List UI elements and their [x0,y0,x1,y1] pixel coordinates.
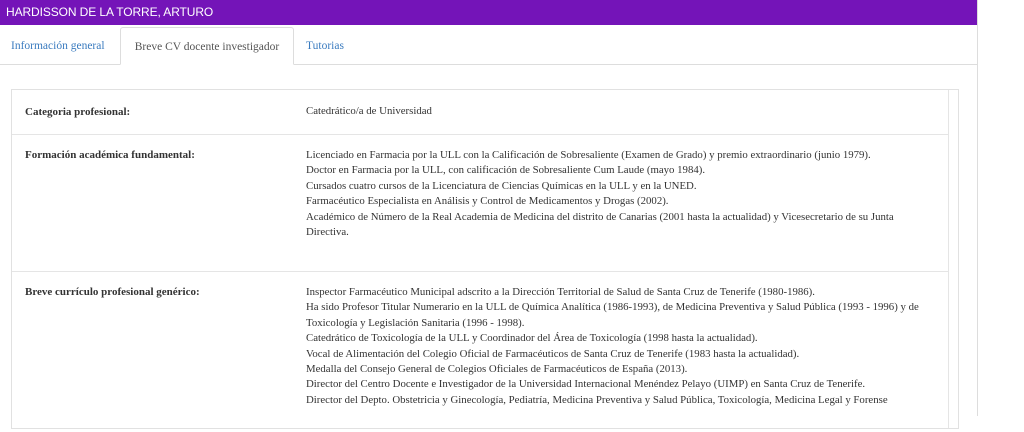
value-line: Catedrático/a de Universidad [306,105,432,117]
value-line: Inspector Farmacéutico Municipal adscrit… [306,286,815,298]
table-row: Breve currículo profesional genérico: In… [12,272,948,432]
value-line: Académico de Número de la Real Academia … [306,210,894,239]
value-line: Director del Depto. Obstetricia y Gineco… [306,393,888,406]
row-label: Breve currículo profesional genérico: [25,286,200,298]
value-line: Licenciado en Farmacia por la ULL con la… [306,149,871,161]
row-label: Categoria profesional: [25,106,131,118]
tab-tutorias[interactable]: Tutorias [306,27,356,65]
row-value: Inspector Farmacéutico Municipal adscrit… [306,285,938,408]
page-header: HARDISSON DE LA TORRE, ARTURO [0,0,977,25]
table-column-divider [948,90,949,428]
person-name: HARDISSON DE LA TORRE, ARTURO [6,5,214,19]
row-value: Catedrático/a de Universidad [306,104,938,119]
value-line: Doctor en Farmacia por la ULL, con calif… [306,164,706,177]
page: HARDISSON DE LA TORRE, ARTURO Informació… [0,0,978,429]
row-label: Formación académica fundamental: [25,149,195,161]
row-value: Licenciado en Farmacia por la ULL con la… [306,148,938,240]
tab-informacion-general[interactable]: Información general [11,27,111,65]
value-line: Ha sido Profesor Titular Numerario en la… [306,301,919,329]
value-line: Director del Centro Docente e Investigad… [306,378,866,391]
cv-table: Categoria profesional: Catedrático/a de … [11,89,959,429]
table-row: Categoria profesional: Catedrático/a de … [12,90,948,134]
tab-breve-cv[interactable]: Breve CV docente investigador [120,27,294,65]
table-row: Formación académica fundamental: Licenci… [12,135,948,271]
value-line: Medalla del Consejo General de Colegios … [306,363,688,376]
value-line: Vocal de Alimentación del Colegio Oficia… [306,347,800,360]
value-line: Cursados cuatro cursos de la Licenciatur… [306,179,697,192]
tab-bar: Información general Breve CV docente inv… [0,25,977,65]
value-line: Farmacéutico Especialista en Análisis y … [306,195,669,208]
value-line: Catedrático de Toxicología de la ULL y C… [306,332,758,345]
